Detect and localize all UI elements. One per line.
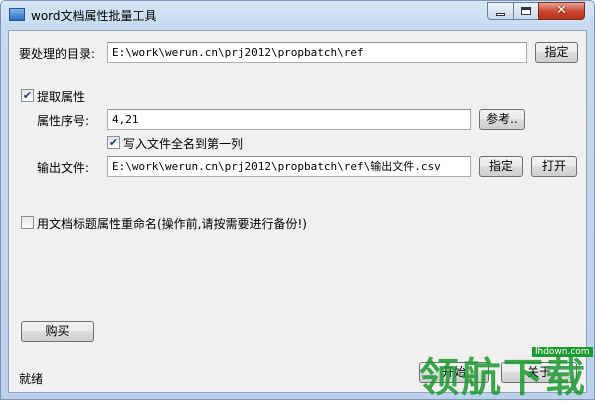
rename-checkbox[interactable]	[21, 216, 34, 229]
close-icon: ✕	[556, 3, 567, 18]
extract-checkbox[interactable]: ✔	[21, 89, 34, 102]
minimize-button[interactable]	[487, 2, 514, 20]
rename-checkbox-label: 用文档标题属性重命名(操作前,请按需要进行备份!)	[37, 217, 307, 231]
watermark-url: lhdown.com	[532, 347, 593, 357]
write-name-label: 写入文件全名到第一列	[123, 137, 244, 151]
close-window-button[interactable]: ✕	[538, 2, 585, 20]
maximize-icon	[521, 7, 531, 15]
index-input[interactable]: 4,21	[107, 109, 471, 130]
write-name-checkbox[interactable]: ✔	[107, 136, 120, 149]
reference-button[interactable]: 参考..	[479, 109, 525, 130]
app-icon	[9, 8, 25, 21]
title-bar[interactable]: word文档属性批量工具 ✕	[1, 1, 594, 30]
dir-browse-button[interactable]: 指定	[535, 42, 578, 63]
dir-input[interactable]: E:\work\werun.cn\prj2012\propbatch\ref	[107, 42, 527, 63]
maximize-button[interactable]	[513, 2, 539, 20]
minimize-icon	[496, 12, 505, 16]
output-label: 输出文件:	[37, 161, 90, 175]
app-window: word文档属性批量工具 ✕ 要处理的目录: E:\work\werun.cn\…	[0, 0, 595, 401]
buy-button[interactable]: 购买	[21, 321, 94, 342]
status-text: 就绪	[19, 372, 44, 386]
index-label: 属性序号:	[37, 114, 90, 128]
window-title: word文档属性批量工具	[31, 9, 157, 23]
dir-label: 要处理的目录:	[19, 47, 96, 61]
output-browse-button[interactable]: 指定	[479, 156, 523, 177]
client-area: 要处理的目录: E:\work\werun.cn\prj2012\propbat…	[8, 30, 587, 393]
output-open-button[interactable]: 打开	[531, 156, 577, 177]
extract-checkbox-label: 提取属性	[37, 90, 86, 104]
output-input[interactable]: E:\work\werun.cn\prj2012\propbatch\ref\输…	[107, 156, 471, 177]
